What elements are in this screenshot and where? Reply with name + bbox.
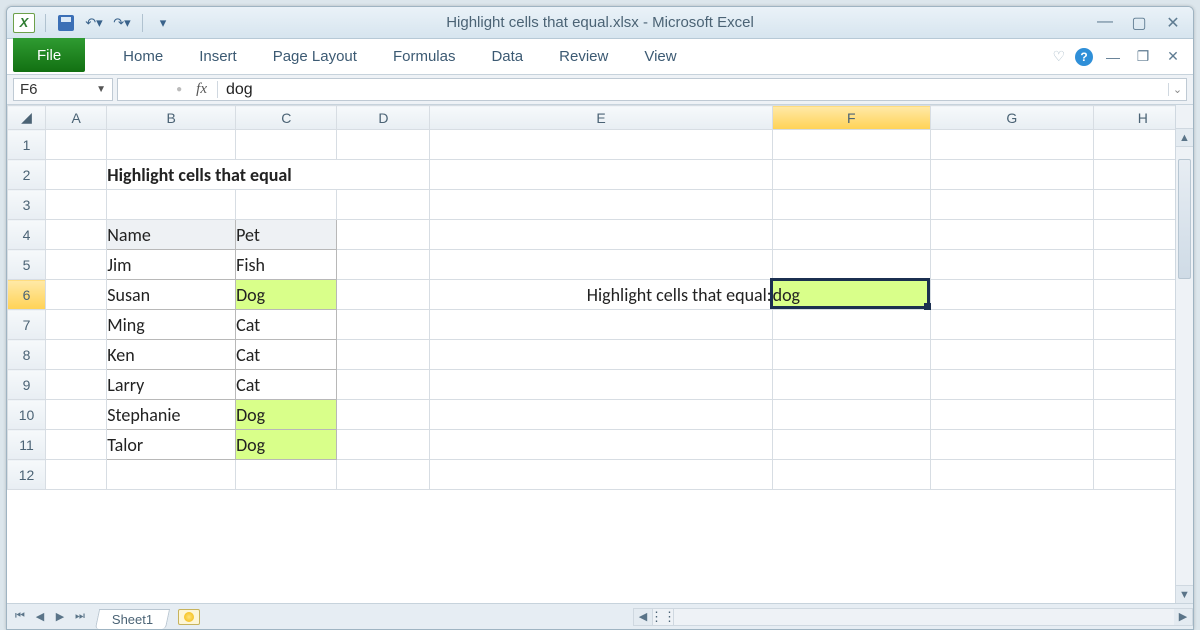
scroll-thumb[interactable]: [1178, 159, 1191, 279]
table-cell[interactable]: Cat: [236, 340, 337, 370]
redo-button[interactable]: ↷▾: [112, 13, 132, 33]
workbook-minimize-button[interactable]: —: [1103, 49, 1123, 65]
window-title: Highlight cells that equal.xlsx - Micros…: [7, 7, 1193, 39]
sheet-tab[interactable]: Sheet1: [95, 609, 170, 629]
row-header-8[interactable]: 8: [8, 340, 46, 370]
tab-data[interactable]: Data: [473, 39, 541, 74]
row-header-9[interactable]: 9: [8, 370, 46, 400]
table-cell[interactable]: Jim: [107, 250, 236, 280]
file-tab[interactable]: File: [13, 38, 85, 72]
name-box-dropdown-icon[interactable]: ▼: [96, 84, 106, 95]
excel-window: ↶▾ ↷▾ ▾ Highlight cells that equal.xlsx …: [6, 6, 1194, 630]
maximize-button[interactable]: ▢: [1129, 13, 1149, 33]
name-box-value: F6: [20, 81, 38, 98]
window-controls: — ▢ ✕: [1095, 13, 1187, 33]
table-cell[interactable]: Dog: [236, 400, 337, 430]
tab-review[interactable]: Review: [541, 39, 626, 74]
help-icon[interactable]: ?: [1075, 48, 1093, 66]
worksheet-grid[interactable]: ◢ A B C D E F G H 1 2 Highlight cells th…: [7, 105, 1193, 603]
undo-button[interactable]: ↶▾: [84, 13, 104, 33]
row-header-10[interactable]: 10: [8, 400, 46, 430]
tab-formulas[interactable]: Formulas: [375, 39, 474, 74]
table-cell[interactable]: Stephanie: [107, 400, 236, 430]
scroll-right-icon[interactable]: ▶: [1174, 609, 1192, 625]
row-header-7[interactable]: 7: [8, 310, 46, 340]
cancel-formula-icon[interactable]: ●: [176, 84, 182, 95]
formula-input[interactable]: [218, 81, 1168, 99]
sheet-nav-prev[interactable]: ◀: [31, 608, 49, 626]
tab-home[interactable]: Home: [105, 39, 181, 74]
table-cell[interactable]: Ken: [107, 340, 236, 370]
quick-access-toolbar: ↶▾ ↷▾ ▾: [13, 13, 173, 33]
sheet-tab-bar: ⏮ ◀ ▶ ⏭ Sheet1 ◀ ⋮⋮ ▶: [7, 603, 1193, 629]
minimize-button[interactable]: —: [1095, 13, 1115, 33]
col-header-B[interactable]: B: [107, 106, 236, 130]
ribbon-minimize-icon[interactable]: ♡: [1052, 48, 1065, 65]
workbook-close-button[interactable]: ✕: [1163, 48, 1183, 65]
workbook-restore-button[interactable]: ❐: [1133, 48, 1153, 65]
select-all-corner[interactable]: ◢: [8, 106, 46, 130]
name-box[interactable]: F6 ▼: [13, 78, 113, 101]
close-button[interactable]: ✕: [1163, 13, 1183, 33]
scroll-up-icon[interactable]: ▲: [1176, 129, 1193, 147]
tab-page-layout[interactable]: Page Layout: [255, 39, 375, 74]
excel-logo-icon: [13, 13, 35, 33]
scroll-down-icon[interactable]: ▼: [1176, 585, 1193, 603]
col-header-G[interactable]: G: [931, 106, 1094, 130]
row-header-3[interactable]: 3: [8, 190, 46, 220]
formula-expand-button[interactable]: ⌄: [1168, 83, 1186, 96]
sheet-nav-first[interactable]: ⏮: [11, 608, 29, 626]
table-cell[interactable]: Cat: [236, 310, 337, 340]
tab-insert[interactable]: Insert: [181, 39, 255, 74]
vertical-scrollbar[interactable]: ▲ ▼: [1175, 129, 1193, 603]
col-header-E[interactable]: E: [430, 106, 772, 130]
table-cell[interactable]: Dog: [236, 430, 337, 460]
new-sheet-icon: [184, 612, 194, 622]
table-cell[interactable]: Fish: [236, 250, 337, 280]
save-icon: [58, 15, 74, 31]
table-cell[interactable]: Larry: [107, 370, 236, 400]
table-header-name[interactable]: Name: [107, 220, 236, 250]
row-header-6[interactable]: 6: [8, 280, 46, 310]
save-button[interactable]: [56, 13, 76, 33]
row-header-5[interactable]: 5: [8, 250, 46, 280]
prompt-value-cell[interactable]: dog: [772, 280, 930, 310]
col-header-D[interactable]: D: [337, 106, 430, 130]
qat-customize-button[interactable]: ▾: [153, 13, 173, 33]
ribbon-tabs: File Home Insert Page Layout Formulas Da…: [7, 39, 1193, 75]
table-cell[interactable]: Cat: [236, 370, 337, 400]
table-cell[interactable]: Dog: [236, 280, 337, 310]
col-header-C[interactable]: C: [236, 106, 337, 130]
col-header-A[interactable]: A: [46, 106, 107, 130]
row-header-12[interactable]: 12: [8, 460, 46, 490]
split-box[interactable]: [1175, 105, 1193, 129]
scroll-track-gripper[interactable]: ⋮⋮: [652, 609, 674, 625]
prompt-label[interactable]: Highlight cells that equal:: [430, 280, 772, 310]
sheet-nav-last[interactable]: ⏭: [71, 608, 89, 626]
row-header-2[interactable]: 2: [8, 160, 46, 190]
new-sheet-button[interactable]: [178, 609, 200, 625]
cells[interactable]: ◢ A B C D E F G H 1 2 Highlight cells th…: [7, 105, 1193, 490]
table-cell[interactable]: Susan: [107, 280, 236, 310]
table-cell[interactable]: Ming: [107, 310, 236, 340]
fx-icon[interactable]: fx: [196, 81, 207, 98]
sheet-title[interactable]: Highlight cells that equal: [107, 160, 430, 190]
row-header-1[interactable]: 1: [8, 130, 46, 160]
table-cell[interactable]: Talor: [107, 430, 236, 460]
row-header-11[interactable]: 11: [8, 430, 46, 460]
formula-bar-row: F6 ▼ ● fx ⌄: [7, 75, 1193, 105]
row-header-4[interactable]: 4: [8, 220, 46, 250]
col-header-F[interactable]: F: [772, 106, 930, 130]
title-bar: ↶▾ ↷▾ ▾ Highlight cells that equal.xlsx …: [7, 7, 1193, 39]
table-header-pet[interactable]: Pet: [236, 220, 337, 250]
tab-view[interactable]: View: [626, 39, 694, 74]
sheet-nav-next[interactable]: ▶: [51, 608, 69, 626]
horizontal-scrollbar[interactable]: ◀ ⋮⋮ ▶: [633, 608, 1193, 626]
formula-bar: ● fx ⌄: [117, 78, 1187, 101]
